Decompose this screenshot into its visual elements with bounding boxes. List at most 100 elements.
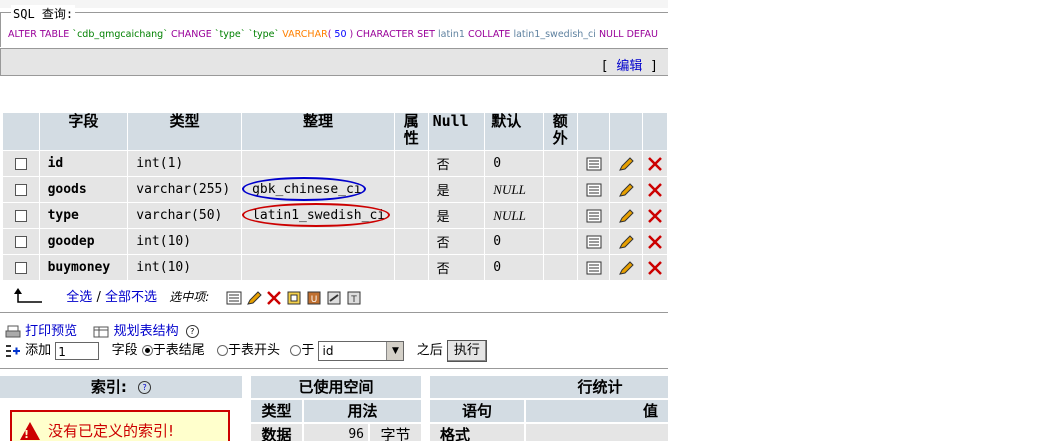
help-icon[interactable]: ?	[185, 325, 199, 338]
divider-2	[0, 368, 668, 369]
edit-action-cell	[610, 177, 643, 202]
print-preview-link[interactable]: 打印预览	[25, 324, 77, 339]
after-suffix-label: 之后	[416, 343, 443, 358]
browse-icon[interactable]	[586, 261, 602, 275]
at-end-label: 于表结尾	[152, 343, 205, 358]
index-icon[interactable]	[326, 291, 342, 305]
attributes-cell	[394, 151, 428, 176]
edit-pencil-icon[interactable]	[618, 234, 634, 249]
edit-selected-icon[interactable]	[246, 290, 262, 305]
indexes-header: 索引: ?	[0, 376, 242, 398]
browse-icon[interactable]	[586, 157, 602, 171]
header-action-edit	[610, 113, 643, 150]
drop-selected-icon[interactable]	[266, 290, 282, 305]
help-icon[interactable]: ?	[138, 381, 152, 394]
drop-action-cell	[643, 203, 667, 228]
space-row-unit: 字节	[370, 424, 421, 441]
drop-x-icon[interactable]	[647, 208, 663, 223]
header-field-label: 字段	[68, 112, 99, 130]
header-extra: 额 外	[543, 113, 577, 150]
at-start-label: 于表开头	[228, 343, 281, 358]
browse-icon[interactable]	[586, 235, 602, 249]
browse-selected-icon[interactable]	[226, 291, 242, 305]
after-field-select[interactable]: id ▼	[318, 340, 405, 361]
indexes-title: 索引:	[90, 378, 127, 396]
drop-x-icon[interactable]	[647, 182, 663, 197]
highlight-ellipse	[242, 177, 367, 201]
row-checkbox[interactable]	[14, 235, 27, 248]
browse-icon[interactable]	[586, 183, 602, 197]
edit-pencil-icon[interactable]	[618, 182, 634, 197]
edit-action-cell	[610, 229, 643, 254]
drop-action-cell	[643, 255, 667, 280]
radio-after[interactable]	[290, 345, 302, 356]
edit-pencil-icon[interactable]	[618, 156, 634, 171]
row-checkbox[interactable]	[14, 209, 27, 222]
execute-button[interactable]: 执行	[446, 339, 487, 362]
space-row-label: 数据	[251, 424, 302, 441]
unique-key-icon[interactable]: U	[306, 291, 322, 305]
edit-sql-link[interactable]: 编辑	[616, 59, 642, 74]
after-field-value: id	[322, 343, 334, 358]
row-checkbox[interactable]	[14, 183, 27, 196]
row-checkbox-cell	[3, 177, 39, 202]
rowstats-col-statement: 语句	[430, 400, 524, 422]
sql-token: 50	[334, 29, 347, 40]
select-all-link[interactable]: 全选	[66, 290, 92, 305]
extra-cell	[543, 255, 577, 280]
space-row-value: 96	[304, 424, 368, 441]
drop-x-icon[interactable]	[647, 156, 663, 171]
browse-action-cell	[577, 177, 610, 202]
collation-cell	[242, 151, 394, 176]
space-col-usage: 用法	[304, 400, 421, 422]
deselect-all-link[interactable]: 全部不选	[105, 290, 157, 305]
table-row: id int(1) 否 0	[3, 151, 667, 176]
sql-legend: SQL 查询:	[11, 5, 76, 22]
rowstats-row-format-value	[526, 424, 668, 441]
row-checkbox[interactable]	[14, 261, 27, 274]
attributes-cell	[394, 177, 428, 202]
row-checkbox-cell	[3, 151, 39, 176]
edit-action-cell	[610, 203, 643, 228]
warning-icon	[20, 422, 40, 440]
extra-cell	[543, 151, 577, 176]
row-checkbox-cell	[3, 229, 39, 254]
sql-query-box: SQL 查询: ALTER TABLE `cdb_qmgcaichang` CH…	[0, 5, 668, 47]
chevron-down-icon[interactable]: ▼	[386, 341, 404, 360]
browse-icon[interactable]	[586, 209, 602, 223]
field-name-cell: type	[39, 203, 128, 228]
null-cell: 否	[428, 151, 485, 176]
fulltext-icon[interactable]: T	[346, 291, 362, 305]
row-checkbox[interactable]	[14, 157, 27, 170]
plan-structure-link[interactable]: 规划表结构	[114, 324, 179, 339]
after-label: 于	[301, 343, 315, 358]
primary-key-icon[interactable]	[286, 291, 302, 305]
rowstats-col-value: 值	[526, 400, 668, 422]
default-cell: NULL	[485, 177, 543, 202]
drop-action-cell	[643, 177, 667, 202]
header-field: 字段	[39, 112, 128, 150]
radio-at-start[interactable]	[217, 345, 229, 356]
field-name-cell: goodep	[39, 229, 128, 254]
edit-pencil-icon[interactable]	[618, 208, 634, 223]
drop-x-icon[interactable]	[647, 260, 663, 275]
phpmyadmin-structure-page: SQL 查询: ALTER TABLE `cdb_qmgcaichang` CH…	[0, 0, 668, 441]
header-null: Null	[428, 113, 485, 150]
extra-cell	[543, 203, 577, 228]
null-cell: 是	[428, 203, 485, 228]
default-cell: 0	[485, 151, 543, 176]
add-count-input[interactable]: 1	[55, 341, 100, 360]
add-column-icon	[5, 344, 21, 358]
edit-action-cell	[610, 255, 643, 280]
sql-token: COLLATE	[467, 29, 514, 40]
with-selected-label: 选中项:	[169, 290, 210, 304]
sql-edit-bar: [ 编辑 ]	[0, 48, 668, 76]
header-action-drop	[643, 113, 667, 150]
attributes-cell	[394, 229, 428, 254]
drop-x-icon[interactable]	[647, 234, 663, 249]
sql-token: VARCHAR	[279, 29, 328, 40]
table-row: goods varchar(255) gbk_chinese_ci 是 NULL	[3, 177, 667, 202]
edit-pencil-icon[interactable]	[618, 260, 634, 275]
sql-token: latin1	[438, 29, 468, 40]
radio-at-end[interactable]	[141, 345, 153, 356]
